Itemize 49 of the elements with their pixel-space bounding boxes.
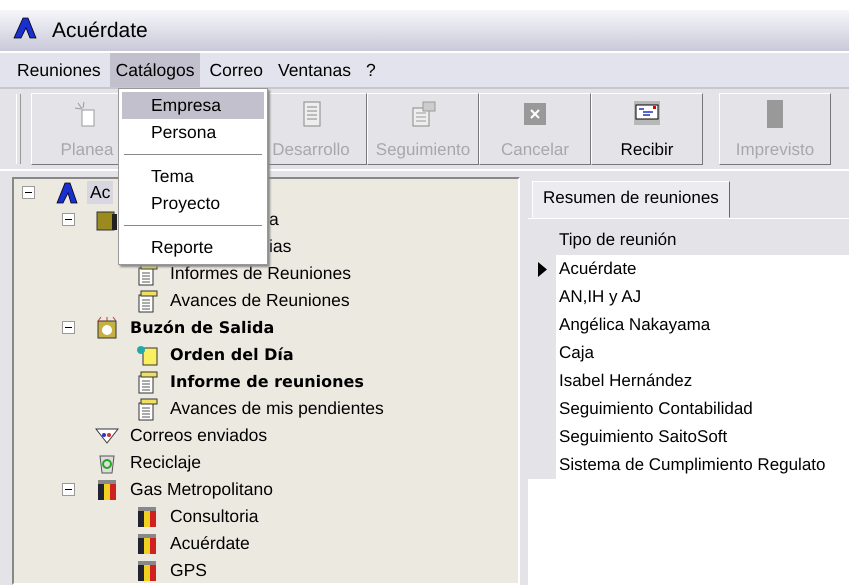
- striped-cans-icon: [135, 558, 159, 582]
- tree-item[interactable]: Reciclaje: [127, 451, 204, 474]
- tree-item[interactable]: Correos enviados: [127, 424, 270, 447]
- tree-item[interactable]: Informe de reuniones: [167, 371, 367, 392]
- striped-cans-icon: [95, 478, 119, 502]
- tree-item[interactable]: a: [266, 208, 282, 231]
- tree-item[interactable]: Gas Metropolitano: [127, 478, 276, 501]
- table-cell[interactable]: Isabel Hernández: [556, 371, 692, 391]
- tree-item[interactable]: Buzón de Salida: [127, 317, 278, 338]
- tree-item[interactable]: GPS: [167, 559, 210, 582]
- collapse-icon[interactable]: [62, 483, 75, 496]
- table-cell[interactable]: Seguimiento SaitoSoft: [556, 427, 728, 447]
- menu-item[interactable]: Correo: [203, 53, 269, 87]
- envelope-icon: [633, 100, 661, 128]
- menu-item[interactable]: Reuniones: [11, 53, 107, 87]
- tree-item[interactable]: ias: [266, 235, 294, 258]
- cross-icon: [521, 100, 549, 128]
- menu-option[interactable]: Proyecto: [122, 190, 264, 217]
- table-cell[interactable]: Caja: [556, 343, 594, 363]
- toolbar-button[interactable]: Recibir: [591, 93, 703, 165]
- tree-item[interactable]: Orden del Día: [167, 344, 297, 365]
- current-row-icon: [538, 262, 546, 276]
- menu-item[interactable]: Ventanas: [272, 53, 357, 87]
- collapse-icon[interactable]: [62, 213, 75, 226]
- table-cell[interactable]: Angélica Nakayama: [556, 315, 710, 335]
- table-cell[interactable]: AN,IH y AJ: [556, 287, 642, 307]
- tree-item[interactable]: Consultoria: [167, 505, 262, 528]
- menu-item[interactable]: Catálogos: [110, 53, 200, 87]
- tab[interactable]: Resumen de reuniones: [532, 181, 730, 218]
- table-cell[interactable]: Sistema de Cumplimiento Regulato: [556, 455, 826, 475]
- tree-item[interactable]: Informes de Reuniones: [167, 262, 354, 285]
- menu-item[interactable]: ?: [360, 53, 382, 87]
- striped-cans-icon: [135, 532, 159, 556]
- tree-item[interactable]: Ac: [87, 181, 114, 204]
- menu-option[interactable]: Reporte: [122, 234, 264, 261]
- menu-option[interactable]: Empresa: [122, 92, 264, 119]
- window-title: Acuérdate: [52, 18, 148, 42]
- tree-item[interactable]: Acuérdate: [167, 532, 253, 555]
- app-logo-icon: [12, 16, 38, 40]
- tree-item[interactable]: Avances de mis pendientes: [167, 397, 387, 420]
- collapse-icon[interactable]: [22, 186, 35, 199]
- table-cell[interactable]: Acuérdate: [556, 259, 636, 279]
- app-logo-icon: [55, 180, 79, 204]
- striped-cans-icon: [135, 504, 159, 528]
- tree-item[interactable]: Avances de Reuniones: [167, 289, 353, 312]
- outbox-icon: [95, 316, 119, 340]
- table-cell[interactable]: Seguimiento Contabilidad: [556, 399, 753, 419]
- menu-option[interactable]: Tema: [122, 163, 264, 190]
- collapse-icon[interactable]: [62, 321, 75, 334]
